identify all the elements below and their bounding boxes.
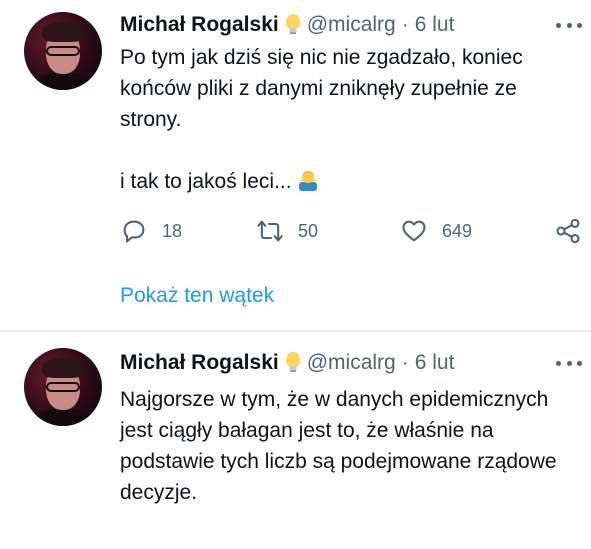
more-options-icon[interactable] xyxy=(556,359,582,367)
tweet-paragraph: Najgorsze w tym, że w danych epidemiczny… xyxy=(120,388,557,504)
avatar[interactable] xyxy=(24,348,102,426)
separator-dot: · xyxy=(401,351,409,374)
reply-count: 18 xyxy=(162,220,183,241)
tweet-date[interactable]: 6 lut xyxy=(415,351,455,375)
retweet-count: 50 xyxy=(298,220,319,241)
man-shrugging-emoji-icon xyxy=(297,171,318,191)
reply-icon xyxy=(123,220,145,243)
like-button[interactable]: 649 xyxy=(400,214,472,248)
tweet-header: Michał Rogalski @micalrg · 6 lut xyxy=(120,11,454,39)
tweet[interactable]: Michał Rogalski @micalrg · 6 lut Po tym … xyxy=(0,0,591,330)
tweet[interactable]: Michał Rogalski @micalrg · 6 lut Najgors… xyxy=(0,332,591,549)
avatar[interactable] xyxy=(24,12,102,90)
like-count: 649 xyxy=(442,220,473,241)
tweet-header: Michał Rogalski @micalrg · 6 lut xyxy=(120,349,454,377)
lightbulb-icon xyxy=(285,352,300,372)
tweet-paragraph: i tak to jakoś leci... xyxy=(120,170,292,193)
author-name[interactable]: Michał Rogalski xyxy=(120,351,279,375)
more-options-icon[interactable] xyxy=(556,21,582,29)
reply-button[interactable]: 18 xyxy=(120,214,182,248)
retweet-button[interactable]: 50 xyxy=(256,214,318,248)
author-handle[interactable]: @micalrg xyxy=(307,351,396,375)
retweet-icon xyxy=(257,220,283,242)
show-thread-link[interactable]: Pokaż ten wątek xyxy=(120,284,274,308)
tweet-paragraph: Po tym jak dziś się nic nie zgadzało, ko… xyxy=(120,46,523,131)
author-name[interactable]: Michał Rogalski xyxy=(120,13,279,37)
share-icon xyxy=(556,218,580,244)
author-handle[interactable]: @micalrg xyxy=(307,13,396,37)
tweet-text: Najgorsze w tym, że w danych epidemiczny… xyxy=(120,384,580,508)
tweet-date[interactable]: 6 lut xyxy=(415,13,455,37)
tweet-text: Po tym jak dziś się nic nie zgadzało, ko… xyxy=(120,42,580,197)
tweet-actions: 18 50 649 xyxy=(120,214,586,248)
share-button[interactable] xyxy=(554,214,582,248)
heart-icon xyxy=(402,220,426,242)
lightbulb-icon xyxy=(285,14,300,34)
separator-dot: · xyxy=(401,13,409,36)
